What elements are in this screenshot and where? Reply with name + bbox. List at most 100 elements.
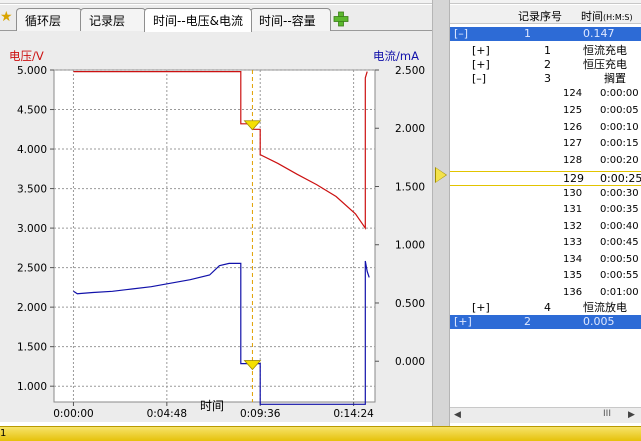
tab-label: 记录层 xyxy=(89,14,126,28)
tree-row[interactable]: [+] 2 0.005 xyxy=(450,315,641,329)
star-icon[interactable]: ★ xyxy=(0,8,14,26)
record-value: 搁置 xyxy=(604,72,626,85)
record-value: 0:00:15 xyxy=(600,138,639,149)
record-seq: 1 xyxy=(524,27,531,40)
record-seq: 4 xyxy=(544,301,551,314)
record-value: 0:00:35 xyxy=(600,204,639,215)
tree-row[interactable]: [–] 3 搁置 xyxy=(450,72,641,85)
plot-area xyxy=(53,69,376,403)
record-value: 0:00:50 xyxy=(600,254,639,265)
tree-row[interactable]: 132 0:00:40 xyxy=(450,220,641,233)
x-tick-label: 0:00:00 xyxy=(53,408,93,420)
record-value: 0:00:05 xyxy=(600,105,639,116)
y-left-tick-label: 4.500 xyxy=(17,105,47,117)
tree-toggle[interactable]: [+] xyxy=(472,44,490,57)
y-left-tick-label: 4.000 xyxy=(17,144,47,156)
record-value: 0:00:30 xyxy=(600,188,639,199)
tree-row[interactable]: 125 0:00:05 xyxy=(450,104,641,117)
record-value: 0.147 xyxy=(583,27,615,40)
tree-row[interactable]: 124 0:00:00 xyxy=(450,87,641,100)
y-left-tick-label: 5.000 xyxy=(17,65,47,77)
tree-row[interactable]: 135 0:00:55 xyxy=(450,269,641,282)
record-seq: 3 xyxy=(544,72,551,85)
tab-cycle-layer[interactable]: 循环层 xyxy=(16,8,82,31)
record-seq: 127 xyxy=(563,138,583,149)
tree-row[interactable]: [+] 4 恒流放电 xyxy=(450,301,641,314)
chart-panel: 5.000 4.500 4.000 3.500 3.000 2.500 2.000 1.500… xyxy=(0,31,432,422)
scroll-thumb[interactable]: III xyxy=(600,409,614,422)
header-time-label: 时间 xyxy=(581,10,603,23)
record-value: 0:00:40 xyxy=(600,221,639,232)
status-text: 1 xyxy=(0,428,7,439)
y-right-tick-label: 0.500 xyxy=(395,298,425,310)
record-seq: 131 xyxy=(563,204,583,215)
record-value: 0.005 xyxy=(583,315,615,328)
record-seq: 129 xyxy=(563,172,584,185)
scroll-left-icon[interactable]: ◀ xyxy=(454,410,461,420)
x-tick-label: 0:04:48 xyxy=(147,408,187,420)
tree-row[interactable]: 131 0:00:35 xyxy=(450,203,641,216)
y-left-tick-label: 1.000 xyxy=(17,381,47,393)
tree-toggle[interactable]: [+] xyxy=(472,301,490,314)
header-record-seq[interactable]: 记录序号 xyxy=(518,8,562,24)
scroll-right-icon[interactable]: ▶ xyxy=(628,410,635,420)
header-time[interactable]: 时间(H:M:S) xyxy=(581,8,633,24)
y-left-tick-label: 3.000 xyxy=(17,223,47,235)
tree-row[interactable]: 127 0:00:15 xyxy=(450,137,641,150)
left-axis-label: 电压/V xyxy=(9,49,44,63)
tree-toggle[interactable]: [–] xyxy=(454,27,468,40)
y-left-tick-label: 2.000 xyxy=(17,302,47,314)
record-value: 0:00:20 xyxy=(600,155,639,166)
voltage-current-chart[interactable]: 5.000 4.500 4.000 3.500 3.000 2.500 2.000 1.500… xyxy=(0,31,432,422)
x-tick-label: 0:14:24 xyxy=(333,408,374,420)
record-seq: 134 xyxy=(563,254,583,265)
plus-icon[interactable] xyxy=(333,11,349,27)
record-tree[interactable]: 记录序号 时间(H:M:S) [–] 1 0.147 [+] 1 恒流充电 [+] 2 恒压充电… xyxy=(450,5,641,407)
record-value: 恒压充电 xyxy=(583,58,627,71)
y-left-tick-label: 3.500 xyxy=(17,184,47,196)
tree-toggle[interactable]: [–] xyxy=(472,72,486,85)
tab-time-capacity[interactable]: 时间--容量 xyxy=(250,8,331,31)
record-value: 恒流放电 xyxy=(583,301,627,314)
record-value: 0:00:00 xyxy=(600,88,639,99)
tree-row[interactable]: 134 0:00:50 xyxy=(450,253,641,266)
tree-row[interactable]: [+] 1 恒流充电 xyxy=(450,44,641,57)
record-seq: 135 xyxy=(563,270,583,281)
y-left-tick-label: 1.500 xyxy=(17,342,47,354)
tree-toggle[interactable]: [+] xyxy=(472,58,490,71)
record-value: 恒流充电 xyxy=(583,44,627,57)
record-seq: 132 xyxy=(563,221,583,232)
tree-row[interactable]: 136 0:01:00 xyxy=(450,286,641,299)
record-value: 0:01:00 xyxy=(600,287,639,298)
tree-horizontal-scrollbar[interactable]: ◀ III ▶ xyxy=(450,407,641,423)
record-seq: 125 xyxy=(563,105,583,116)
record-seq: 124 xyxy=(563,88,583,99)
y-right-tick-label: 0.000 xyxy=(395,356,425,368)
header-time-unit: (H:M:S) xyxy=(603,13,633,22)
record-value: 0:00:55 xyxy=(600,270,639,281)
tab-label: 循环层 xyxy=(25,14,62,28)
tab-label: 时间--电压&电流 xyxy=(153,14,244,28)
tree-row[interactable]: 129 0:00:25 xyxy=(450,171,641,186)
tab-time-voltage-current[interactable]: 时间--电压&电流 xyxy=(144,8,252,32)
record-seq: 2 xyxy=(544,58,551,71)
tree-toggle[interactable]: [+] xyxy=(454,315,472,328)
tree-row[interactable]: [+] 2 恒压充电 xyxy=(450,58,641,71)
tab-record-layer[interactable]: 记录层 xyxy=(80,8,146,31)
record-seq: 136 xyxy=(563,287,583,298)
record-value: 0:00:25 xyxy=(600,172,641,185)
record-seq: 2 xyxy=(524,315,531,328)
tree-row[interactable]: 133 0:00:45 xyxy=(450,236,641,249)
status-bar: 1 xyxy=(0,426,641,441)
app-window: ★ 循环层 记录层 时间--电压&电流 时间--容量 5.000 4.500 4.0… xyxy=(0,0,641,441)
tree-row[interactable]: 130 0:00:30 xyxy=(450,187,641,200)
record-seq: 130 xyxy=(563,188,583,199)
record-seq: 1 xyxy=(544,44,551,57)
tree-row[interactable]: 128 0:00:20 xyxy=(450,154,641,167)
right-axis-label: 电流/mA xyxy=(373,49,419,63)
splitter[interactable] xyxy=(432,0,450,426)
y-right-tick-label: 2.500 xyxy=(395,65,425,77)
tree-row[interactable]: 126 0:00:10 xyxy=(450,121,641,134)
y-right-tick-label: 1.500 xyxy=(395,181,425,193)
tree-row[interactable]: [–] 1 0.147 xyxy=(450,27,641,41)
